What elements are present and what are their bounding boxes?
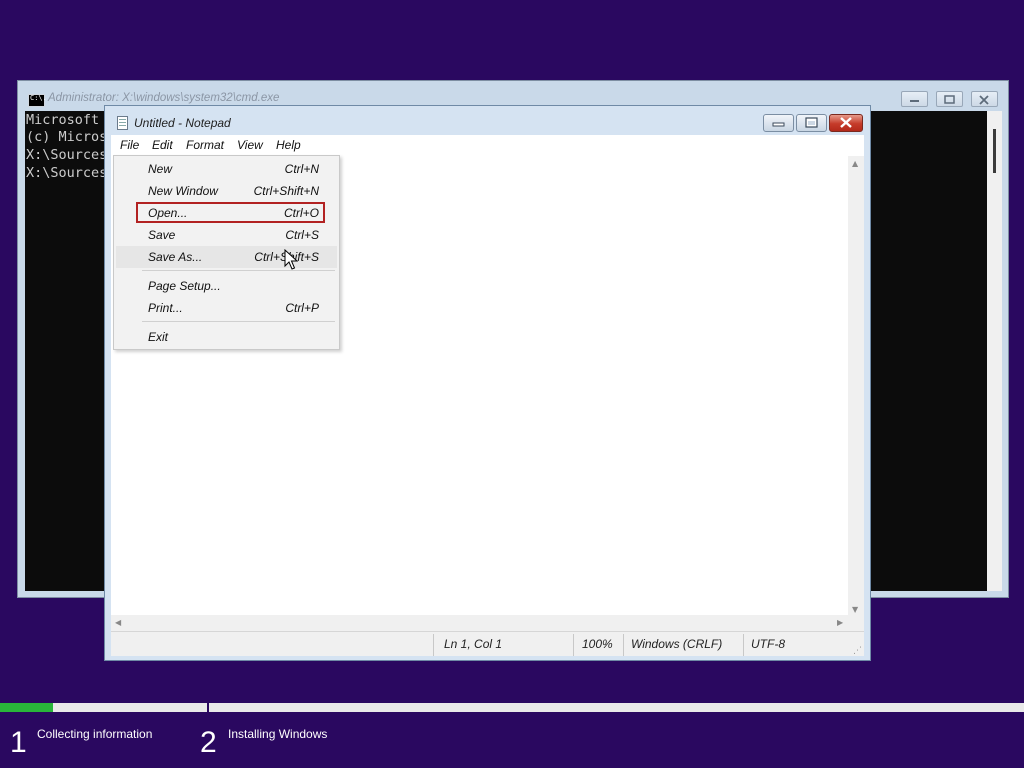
menu-separator — [142, 321, 335, 322]
setup-progress-fill — [0, 703, 53, 712]
menu-separator — [142, 270, 335, 271]
menu-item-shortcut: Ctrl+Shift+N — [253, 184, 319, 198]
status-line-ending: Windows (CRLF) — [631, 637, 723, 651]
menu-item-shortcut: Ctrl+S — [285, 228, 319, 242]
notepad-vertical-scrollbar[interactable]: ▲ ▼ — [848, 156, 864, 617]
step-1-label: Collecting information — [37, 727, 153, 741]
menu-item-save[interactable]: Save Ctrl+S — [116, 224, 337, 246]
notepad-horizontal-scrollbar[interactable]: ◀ ▶ — [111, 615, 848, 631]
step-1-number: 1 — [10, 726, 27, 759]
menu-item-label: Save As... — [148, 250, 203, 264]
setup-progress-track — [0, 703, 1024, 712]
scroll-left-arrow-icon[interactable]: ◀ — [115, 618, 121, 627]
status-divider — [743, 634, 744, 656]
status-divider — [623, 634, 624, 656]
menu-item-shortcut: Ctrl+N — [284, 162, 319, 176]
minimize-icon — [910, 100, 919, 102]
cmd-icon-glyph: C:\. — [30, 94, 47, 102]
notepad-menu-bar: File Edit Format View Help — [111, 135, 864, 155]
minimize-icon — [772, 122, 785, 127]
menu-item-new-window[interactable]: New Window Ctrl+Shift+N — [116, 180, 337, 202]
menu-item-exit[interactable]: Exit — [116, 326, 337, 348]
restore-icon — [944, 95, 955, 104]
cmd-minimize-button[interactable] — [901, 91, 928, 107]
notepad-status-bar: Ln 1, Col 1 100% Windows (CRLF) UTF-8 ⋰ — [111, 631, 864, 656]
cmd-close-button[interactable] — [971, 91, 998, 107]
open-item-highlight-box — [136, 202, 325, 223]
cmd-scroll-thumb[interactable] — [993, 129, 996, 173]
menu-item-save-as[interactable]: Save As... Ctrl+Shift+S — [116, 246, 337, 268]
menu-item-shortcut: Ctrl+P — [285, 301, 319, 315]
menu-file[interactable]: File — [120, 138, 139, 152]
scroll-down-arrow-icon[interactable]: ▼ — [852, 605, 858, 614]
cmd-scrollbar[interactable] — [987, 111, 1002, 591]
menu-item-page-setup[interactable]: Page Setup... — [116, 275, 337, 297]
scrollbar-corner — [848, 615, 864, 631]
file-menu-dropdown: New Ctrl+N New Window Ctrl+Shift+N Open.… — [113, 155, 340, 350]
menu-item-print[interactable]: Print... Ctrl+P — [116, 297, 337, 319]
step-2-label: Installing Windows — [228, 727, 328, 741]
notepad-maximize-button[interactable] — [796, 114, 827, 132]
setup-progress-divider — [207, 700, 209, 714]
menu-item-label: Print... — [148, 301, 183, 315]
cmd-window-title: Administrator: X:\windows\system32\cmd.e… — [48, 92, 280, 104]
status-encoding: UTF-8 — [751, 637, 785, 651]
scroll-right-arrow-icon[interactable]: ▶ — [837, 618, 843, 627]
menu-item-label: New Window — [148, 184, 218, 198]
scroll-up-arrow-icon[interactable]: ▲ — [852, 159, 858, 168]
status-cursor-position: Ln 1, Col 1 — [444, 637, 503, 651]
menu-item-label: New — [148, 162, 173, 176]
close-icon — [840, 117, 852, 128]
menu-help[interactable]: Help — [276, 138, 301, 152]
resize-grip-icon[interactable]: ⋰ — [853, 646, 862, 656]
status-divider — [573, 634, 574, 656]
maximize-icon — [805, 117, 818, 128]
step-2-number: 2 — [200, 726, 217, 759]
mouse-pointer-icon — [284, 248, 299, 275]
notepad-close-button[interactable] — [829, 114, 863, 132]
status-divider — [433, 634, 434, 656]
notepad-minimize-button[interactable] — [763, 114, 794, 132]
menu-edit[interactable]: Edit — [152, 138, 173, 152]
close-icon — [979, 95, 989, 105]
status-zoom: 100% — [582, 637, 613, 651]
menu-item-label: Save — [148, 228, 176, 242]
menu-item-new[interactable]: New Ctrl+N — [116, 158, 337, 180]
menu-format[interactable]: Format — [186, 138, 224, 152]
cmd-app-icon: C:\. — [28, 94, 47, 107]
menu-item-label: Page Setup... — [148, 279, 221, 293]
menu-item-label: Exit — [148, 330, 169, 344]
cmd-maximize-button[interactable] — [936, 91, 963, 107]
notepad-app-icon — [117, 116, 128, 130]
notepad-window-title: Untitled - Notepad — [134, 116, 231, 130]
menu-view[interactable]: View — [237, 138, 263, 152]
